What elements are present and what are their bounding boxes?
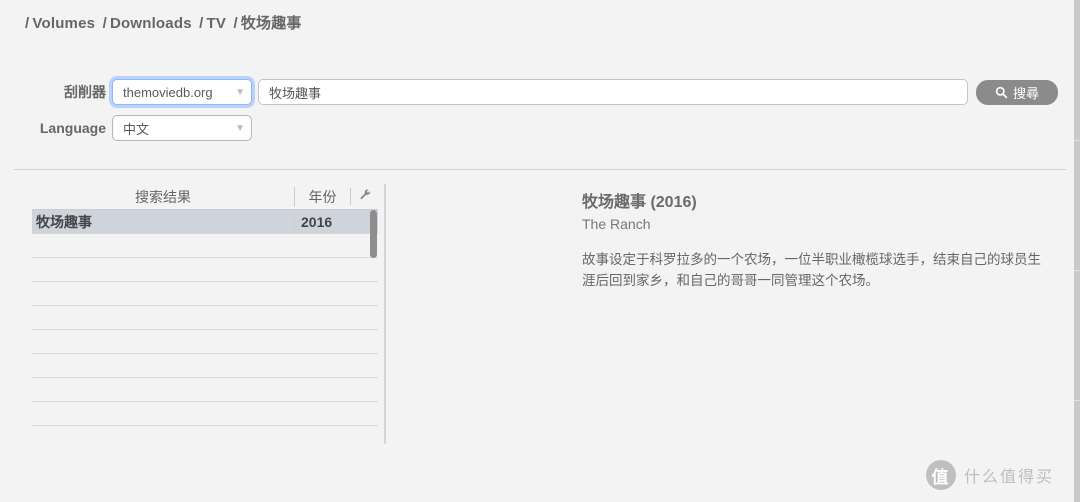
detail-description: 故事设定于科罗拉多的一个农场，一位半职业橄榄球选手，结束自己的球员生涯后回到家乡… [582,250,1048,292]
chevron-down-icon: ▼ [235,123,245,134]
wrench-icon [358,189,372,205]
scraper-select-value: themoviedb.org [123,85,213,100]
table-row-empty [32,258,378,282]
results-col-year[interactable]: 年份 [294,187,350,207]
results-scrollbar[interactable] [369,210,379,430]
table-row-empty [32,330,378,354]
breadcrumb-part[interactable]: Volumes [32,15,95,32]
language-select[interactable]: 中文 ▼ [112,115,252,141]
breadcrumb: /Volumes /Downloads /TV /牧场趣事 [0,0,1080,49]
breadcrumb-part[interactable]: Downloads [110,15,192,32]
scraper-select[interactable]: themoviedb.org ▼ [112,79,252,105]
search-button[interactable]: 搜尋 [976,80,1058,105]
search-button-label: 搜尋 [1013,83,1039,102]
detail-title: 牧场趣事 (2016) [582,188,1048,212]
result-title: 牧场趣事 [32,212,294,232]
results-panel: 搜索结果 年份 牧场趣事2016 [14,170,378,470]
detail-subtitle: The Ranch [582,216,1048,232]
table-row[interactable]: 牧场趣事2016 [32,210,378,234]
window-scrollbar[interactable] [1074,0,1080,502]
table-row-empty [32,234,378,258]
table-row-empty [32,282,378,306]
content: 搜索结果 年份 牧场趣事2016 牧场趣事 (2016) The Ranch 故… [0,170,1080,470]
vertical-divider [378,170,392,470]
breadcrumb-part[interactable]: TV [207,15,227,32]
results-body: 牧场趣事2016 [32,210,378,430]
table-row-empty [32,354,378,378]
search-form: 刮削器 themoviedb.org ▼ 搜尋 Language 中文 ▼ [0,49,1080,169]
search-icon [995,86,1008,99]
breadcrumb-part[interactable]: 牧场趣事 [241,15,302,32]
results-col-tools[interactable] [350,188,378,205]
table-row-empty [32,402,378,426]
watermark: 值 什么值得买 [926,460,1054,490]
scraper-label: 刮削器 [22,82,112,102]
search-input[interactable] [258,79,968,105]
results-col-title[interactable]: 搜索结果 [32,187,294,207]
watermark-badge: 值 [926,460,956,490]
results-header: 搜索结果 年份 [32,184,378,210]
watermark-text: 什么值得买 [964,463,1054,487]
language-select-value: 中文 [123,119,149,138]
table-row-empty [32,306,378,330]
language-label: Language [22,120,112,136]
result-year: 2016 [294,214,350,230]
detail-panel: 牧场趣事 (2016) The Ranch 故事设定于科罗拉多的一个农场，一位半… [392,170,1066,470]
scrollbar-thumb[interactable] [370,210,377,258]
chevron-down-icon: ▼ [235,87,245,98]
table-row-empty [32,378,378,402]
